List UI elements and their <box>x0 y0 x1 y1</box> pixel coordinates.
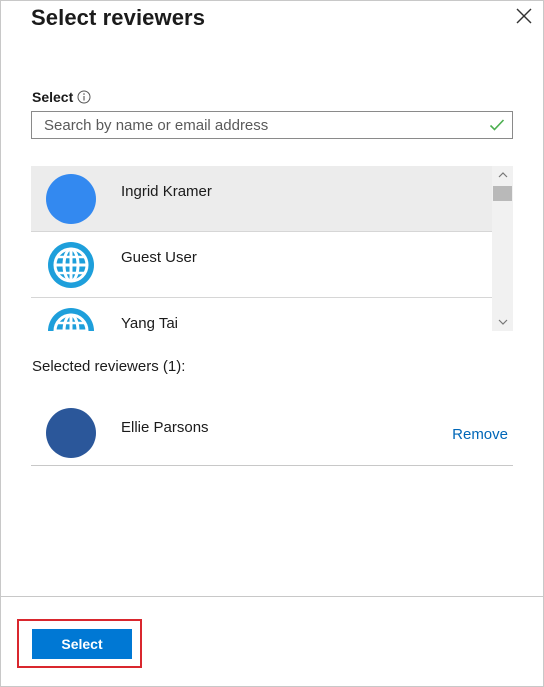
panel-title: Select reviewers <box>31 5 206 30</box>
info-icon[interactable] <box>77 90 91 104</box>
checkmark-icon <box>489 118 505 132</box>
search-box <box>31 111 513 139</box>
result-row-ingrid-kramer[interactable]: Ingrid Kramer <box>31 166 492 232</box>
select-button[interactable]: Select <box>32 629 132 659</box>
result-name: Yang Tai <box>121 315 178 331</box>
result-row-yang-tai[interactable]: Yang Tai <box>31 298 492 331</box>
remove-link[interactable]: Remove <box>452 426 508 443</box>
avatar <box>46 408 96 458</box>
selected-reviewer-name: Ellie Parsons <box>121 419 209 436</box>
footer-divider <box>1 596 544 597</box>
globe-icon <box>46 240 96 290</box>
results-scrollbar[interactable] <box>492 166 513 331</box>
select-label-text: Select <box>32 89 74 105</box>
select-reviewers-panel: Select reviewers Select Ingrid Kramer <box>0 0 544 687</box>
selected-reviewers-label: Selected reviewers (1): <box>32 358 186 375</box>
selected-reviewer-row: Ellie Parsons Remove <box>31 398 513 466</box>
select-field-label: Select <box>32 89 91 105</box>
avatar <box>46 174 96 224</box>
scroll-down-icon[interactable] <box>492 313 513 331</box>
result-name: Ingrid Kramer <box>121 183 212 200</box>
globe-icon <box>46 306 96 331</box>
scroll-up-icon[interactable] <box>492 166 513 184</box>
close-icon[interactable] <box>513 5 535 27</box>
result-name: Guest User <box>121 249 197 266</box>
scrollbar-thumb[interactable] <box>493 186 512 201</box>
search-results-list: Ingrid Kramer Guest User Yang Tai <box>31 166 513 331</box>
search-input[interactable] <box>32 112 482 138</box>
result-row-guest-user[interactable]: Guest User <box>31 232 492 298</box>
